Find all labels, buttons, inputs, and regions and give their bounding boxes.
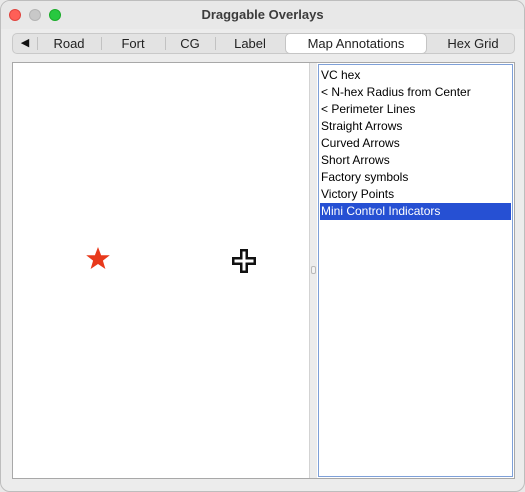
list-item-factory-symbols[interactable]: Factory symbols [320, 169, 511, 186]
tab-separator [101, 37, 102, 50]
tab-bar: ◀ Road Fort CG Label Map Annotations Hex… [12, 33, 515, 54]
list-item-perimeter-lines[interactable]: < Perimeter Lines [320, 101, 511, 118]
list-item-vc-hex[interactable]: VC hex [320, 67, 511, 84]
list-item-curved-arrows[interactable]: Curved Arrows [320, 135, 511, 152]
tab-label[interactable]: Label [217, 34, 283, 53]
tab-separator [37, 37, 38, 50]
title-bar[interactable]: Draggable Overlays [1, 1, 524, 29]
tab-fort[interactable]: Fort [103, 34, 163, 53]
app-window: Draggable Overlays ◀ Road Fort CG Label … [0, 0, 525, 492]
list-item-short-arrows[interactable]: Short Arrows [320, 152, 511, 169]
tab-cg[interactable]: CG [167, 34, 213, 53]
tab-hex-grid[interactable]: Hex Grid [433, 34, 513, 53]
divider-grip-icon[interactable] [311, 266, 316, 274]
window-title: Draggable Overlays [201, 7, 324, 22]
overlay-preview-area [13, 63, 309, 478]
tab-content-panel: VC hex < N-hex Radius from Center < Peri… [12, 62, 515, 479]
tab-scroll-left-icon[interactable]: ◀ [15, 34, 35, 53]
list-item-victory-points[interactable]: Victory Points [320, 186, 511, 203]
overlay-list: VC hex < N-hex Radius from Center < Peri… [318, 64, 513, 477]
tab-separator [215, 37, 216, 50]
black-cross-icon [232, 249, 256, 273]
list-item-mini-control-indicators[interactable]: Mini Control Indicators [320, 203, 511, 220]
list-item-straight-arrows[interactable]: Straight Arrows [320, 118, 511, 135]
list-item-n-hex-radius[interactable]: < N-hex Radius from Center [320, 84, 511, 101]
split-pane-divider[interactable] [309, 63, 317, 478]
tab-map-annotations[interactable]: Map Annotations [285, 33, 427, 54]
tab-separator [165, 37, 166, 50]
red-star-icon [86, 247, 110, 269]
tab-road[interactable]: Road [39, 34, 99, 53]
